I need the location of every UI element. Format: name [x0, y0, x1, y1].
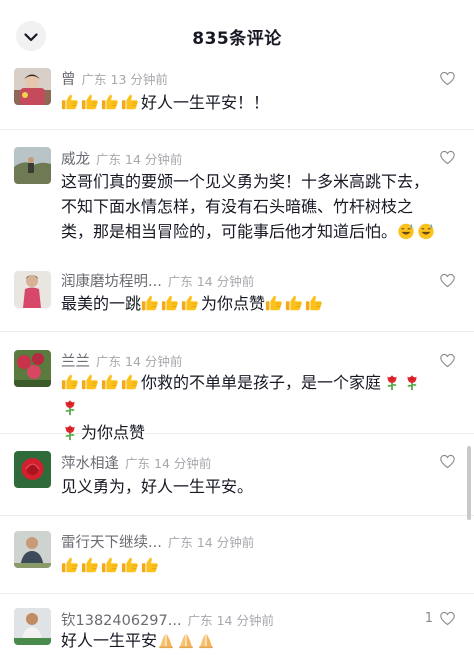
username[interactable]: 威龙 — [61, 148, 90, 169]
comment-meta: 润康磨坊程明... 广东 14 分钟前 — [61, 270, 254, 290]
thumbs-up-emoji — [101, 373, 119, 391]
pray-emoji — [157, 631, 175, 649]
timestamp: 14 分钟前 — [125, 152, 183, 167]
timestamp: 14 分钟前 — [196, 274, 255, 289]
thumbs-up-emoji — [161, 294, 179, 312]
username[interactable]: 钦1382406297... — [61, 609, 182, 630]
avatar[interactable] — [14, 271, 51, 308]
comment-meta: 钦1382406297... 广东 14 分钟前 — [61, 609, 274, 629]
rose-emoji — [383, 373, 401, 391]
heart-outline-icon — [439, 352, 456, 369]
like-button[interactable] — [433, 272, 456, 289]
comment-count-title: 835条评论 — [192, 29, 282, 49]
username[interactable]: 萍水相逢 — [61, 452, 119, 473]
comment-body: 最美的一跳 — [61, 294, 142, 313]
comment-item: 威龙 广东 14 分钟前 这哥们真的要颁一个见义勇为奖！十多米高跳下去， 不知下… — [0, 130, 474, 250]
thumbs-up-emoji — [121, 556, 139, 574]
comment-body: 见义勇为，好人一生平安。 — [61, 477, 254, 496]
avatar[interactable] — [14, 608, 51, 645]
timestamp: 14 分钟前 — [125, 354, 183, 369]
thumbs-up-emoji — [81, 373, 99, 391]
thumbs-up-emoji — [285, 294, 303, 312]
avatar[interactable] — [14, 531, 51, 568]
comment-meta: 兰兰 广东 14 分钟前 — [61, 350, 182, 370]
scrollbar[interactable] — [467, 446, 471, 520]
like-button[interactable]: 1 — [425, 610, 456, 627]
location: 广东 — [81, 72, 107, 87]
thumbs-up-emoji — [141, 294, 159, 312]
comment-body: 好人一生平安 — [61, 631, 158, 650]
thumbs-up-emoji — [61, 373, 79, 391]
thumbs-up-emoji — [141, 556, 159, 574]
like-count: 1 — [424, 611, 433, 626]
comment-body: 你救的不单单是孩子，是一个家庭 — [141, 373, 382, 392]
thumbs-up-emoji — [61, 93, 79, 111]
pray-emoji — [197, 631, 215, 649]
comment-body: 好人一生平安！！ — [141, 93, 270, 112]
comment-item: 雷行天下继续... 广东 14 分钟前 — [0, 516, 474, 594]
thumbs-up-emoji — [181, 294, 199, 312]
timestamp: 14 分钟前 — [216, 613, 274, 628]
thumbs-up-emoji — [81, 93, 99, 111]
heart-outline-icon — [439, 610, 456, 627]
comment-meta: 雷行天下继续... 广东 14 分钟前 — [61, 531, 254, 551]
comment-meta: 威龙 广东 14 分钟前 — [61, 148, 182, 168]
sweat-laugh-emoji — [397, 222, 415, 240]
location: 广东 — [167, 535, 193, 550]
comment-item: 钦1382406297... 广东 14 分钟前 好人一生平安 1 — [0, 594, 474, 655]
location: 广东 — [96, 354, 122, 369]
thumbs-up-emoji — [305, 294, 323, 312]
pray-emoji — [177, 631, 195, 649]
thumbs-up-emoji — [81, 556, 99, 574]
timestamp: 14 分钟前 — [196, 535, 255, 550]
heart-outline-icon — [439, 453, 456, 470]
comment-item: 润康磨坊程明... 广东 14 分钟前 最美的一跳 为你点赞 — [0, 250, 474, 332]
thumbs-up-emoji — [61, 556, 79, 574]
username[interactable]: 润康磨坊程明... — [61, 270, 162, 291]
thumbs-up-emoji — [101, 93, 119, 111]
location: 广东 — [125, 456, 151, 471]
location: 广东 — [96, 152, 122, 167]
thumbs-up-emoji — [101, 556, 119, 574]
heart-outline-icon — [439, 70, 456, 87]
heart-outline-icon — [439, 272, 456, 289]
username[interactable]: 曾 — [61, 68, 76, 89]
comment-meta: 萍水相逢 广东 14 分钟前 — [61, 452, 211, 472]
rose-emoji — [61, 398, 79, 416]
avatar[interactable] — [14, 147, 51, 184]
username[interactable]: 雷行天下继续... — [61, 531, 162, 552]
comment-body-2: 为你点赞 — [201, 294, 266, 313]
comments-header: 835条评论 — [0, 0, 474, 64]
username[interactable]: 兰兰 — [61, 350, 90, 371]
thumbs-up-emoji — [121, 93, 139, 111]
location: 广东 — [187, 613, 213, 628]
comment-text[interactable]: 最美的一跳 为你点赞 — [61, 291, 441, 316]
like-button[interactable] — [433, 70, 456, 87]
timestamp: 14 分钟前 — [154, 456, 212, 471]
avatar[interactable] — [14, 451, 51, 488]
avatar[interactable] — [14, 68, 51, 105]
comment-body: 这哥们真的要颁一个见义勇为奖！十多米高跳下去， 不知下面水情怎样，有没有石头暗礁… — [61, 172, 430, 241]
like-button[interactable] — [433, 453, 456, 470]
comment-meta: 曾 广东 13 分钟前 — [61, 68, 168, 88]
comment-text[interactable]: 这哥们真的要颁一个见义勇为奖！十多米高跳下去， 不知下面水情怎样，有没有石头暗礁… — [61, 169, 441, 244]
heart-outline-icon — [439, 149, 456, 166]
timestamp: 13 分钟前 — [110, 72, 168, 87]
thumbs-up-emoji — [265, 294, 283, 312]
comment-text[interactable]: 好人一生平安 — [61, 628, 441, 653]
rose-emoji — [403, 373, 421, 391]
sweat-laugh-emoji — [417, 222, 435, 240]
comment-item: 曾 广东 13 分钟前 好人一生平安！！ — [0, 64, 474, 130]
thumbs-up-emoji — [121, 373, 139, 391]
comment-item: 萍水相逢 广东 14 分钟前 见义勇为，好人一生平安。 — [0, 434, 474, 516]
comment-text[interactable]: 好人一生平安！！ — [61, 90, 441, 115]
location: 广东 — [167, 274, 193, 289]
comment-text[interactable]: 见义勇为，好人一生平安。 — [61, 474, 441, 499]
avatar[interactable] — [14, 350, 51, 387]
comment-text[interactable] — [61, 553, 441, 578]
comment-item: 兰兰 广东 14 分钟前 你救的不单单是孩子，是一个家庭 为你点赞 — [0, 332, 474, 442]
like-button[interactable] — [433, 352, 456, 369]
like-button[interactable] — [433, 149, 456, 166]
